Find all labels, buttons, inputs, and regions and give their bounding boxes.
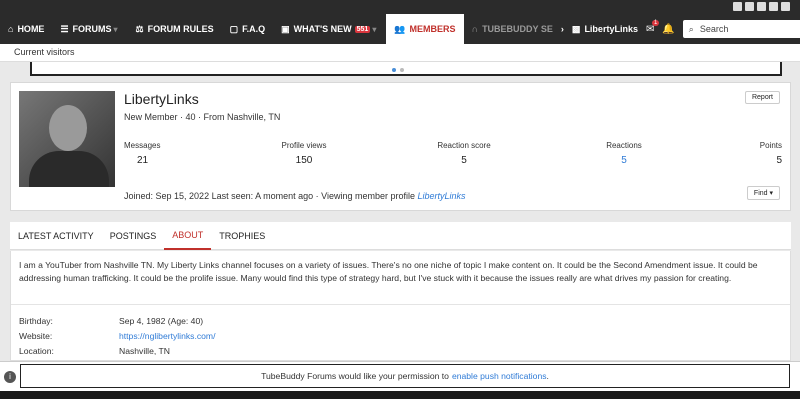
search-icon: ⌕ xyxy=(688,23,694,34)
stat-reaction-score: Reaction score 5 xyxy=(434,141,494,166)
search-input[interactable]: ⌕ Search xyxy=(682,20,800,38)
new-count-badge: 551 xyxy=(354,25,371,33)
push-banner: i TubeBuddy Forums would like your permi… xyxy=(0,361,800,391)
nav-forum-rules[interactable]: ⚖ FORUM RULES xyxy=(128,14,222,44)
nav-members[interactable]: 👥 MEMBERS xyxy=(386,14,464,44)
nav-whats-new[interactable]: ▣ WHAT'S NEW 551 ▾ xyxy=(273,14,386,44)
inbox-icon[interactable]: ✉ 1 xyxy=(646,19,660,35)
push-message: TubeBuddy Forums would like your permiss… xyxy=(20,364,790,388)
nav-home[interactable]: ⌂ HOME xyxy=(0,14,52,44)
nav-tubebuddy[interactable]: ∩ TUBEBUDDY SE xyxy=(464,14,561,44)
avatar: ▩ xyxy=(571,23,581,34)
stat-label: Reactions xyxy=(606,141,642,150)
nav-label: FORUM RULES xyxy=(147,24,214,34)
chevron-down-icon[interactable]: ▾ xyxy=(370,25,378,34)
profile-joined: Joined: Sep 15, 2022 Last seen: A moment… xyxy=(124,191,466,201)
social-icons xyxy=(733,2,790,11)
user-name: LibertyLinks xyxy=(584,24,638,34)
joined-text: Joined: Sep 15, 2022 Last seen: A moment… xyxy=(124,191,416,201)
profile-meta: New Member · 40 · From Nashville, TN xyxy=(124,112,281,122)
carousel-dot[interactable] xyxy=(392,68,396,72)
enable-push-link[interactable]: enable push notifications xyxy=(452,371,547,381)
nav-faq[interactable]: ▢ F.A.Q xyxy=(222,14,274,44)
stat-value: 21 xyxy=(137,155,149,166)
current-visitors-link[interactable]: Current visitors xyxy=(14,47,75,57)
viewing-profile-link[interactable]: LibertyLinks xyxy=(418,191,466,201)
search-placeholder: Search xyxy=(699,24,729,34)
headphones-icon: ∩ xyxy=(471,24,479,34)
subnav: Current visitors xyxy=(0,44,800,62)
inbox-count-badge: 1 xyxy=(652,19,660,26)
members-icon: 👥 xyxy=(394,23,406,34)
nav-forums[interactable]: ☰ FORUMS ▾ xyxy=(52,14,127,44)
rules-icon: ⚖ xyxy=(135,23,144,34)
tab-latest-activity[interactable]: LATEST ACTIVITY xyxy=(10,222,102,250)
twitter-icon[interactable] xyxy=(769,2,778,11)
stat-value: 5 xyxy=(621,155,627,166)
facebook-icon[interactable] xyxy=(733,2,742,11)
profile-username: LibertyLinks xyxy=(124,91,199,107)
avatar-head xyxy=(49,105,87,151)
stat-label: Messages xyxy=(124,141,161,150)
carousel-dot[interactable] xyxy=(400,68,404,72)
user-menu[interactable]: ▩ LibertyLinks xyxy=(572,14,638,44)
avatar[interactable] xyxy=(19,91,115,187)
stat-value: 5 xyxy=(461,155,467,166)
birthday-label: Birthday: xyxy=(19,316,53,326)
stat-messages[interactable]: Messages 21 xyxy=(124,141,160,166)
nav-label: WHAT'S NEW xyxy=(293,24,352,34)
bell-icon[interactable]: 🔔 xyxy=(662,24,674,35)
website-link[interactable]: https://nglibertylinks.com/ xyxy=(119,331,215,341)
scroll-nav-arrow[interactable]: › xyxy=(561,14,564,44)
os-taskbar xyxy=(0,391,800,399)
youtube-icon[interactable] xyxy=(781,2,790,11)
stat-reactions[interactable]: Reactions 5 xyxy=(594,141,654,166)
nav-label: MEMBERS xyxy=(409,24,456,34)
profile-card: LibertyLinks New Member · 40 · From Nash… xyxy=(10,82,791,211)
instagram-icon[interactable] xyxy=(757,2,766,11)
location-value: Nashville, TN xyxy=(119,346,170,356)
chevron-down-icon[interactable]: ▾ xyxy=(112,25,120,34)
location-label: Location: xyxy=(19,346,54,356)
find-dropdown[interactable]: Find ▾ xyxy=(746,186,780,200)
nav-right: › ▩ LibertyLinks ✉ 1 🔔 ⌕ Search xyxy=(561,14,800,44)
nav-label: TUBEBUDDY SE xyxy=(482,24,553,34)
forums-icon: ☰ xyxy=(60,23,69,34)
comment-icon: ▣ xyxy=(281,23,290,34)
stat-points[interactable]: Points 5 xyxy=(752,141,782,166)
social-bar xyxy=(0,0,800,14)
avatar-body xyxy=(29,151,109,187)
about-panel: I am a YouTuber from Nashville TN. My Li… xyxy=(10,251,791,361)
nav-label: FORUMS xyxy=(72,24,112,34)
tab-trophies[interactable]: TROPHIES xyxy=(211,222,273,250)
discord-icon[interactable] xyxy=(745,2,754,11)
tab-about[interactable]: ABOUT xyxy=(164,222,212,250)
main-nav: ⌂ HOME ☰ FORUMS ▾ ⚖ FORUM RULES ▢ F.A.Q ▣ WHAT… xyxy=(0,14,800,44)
stat-label: Reaction score xyxy=(437,141,491,150)
profile-tabs: LATEST ACTIVITY POSTINGS ABOUT TROPHIES xyxy=(10,222,791,250)
stat-label: Points xyxy=(759,141,782,150)
stat-value: 150 xyxy=(295,155,313,166)
push-text: TubeBuddy Forums would like your permiss… xyxy=(261,371,449,381)
tab-postings[interactable]: POSTINGS xyxy=(102,222,165,250)
birthday-value: Sep 4, 1982 (Age: 40) xyxy=(119,316,204,326)
nav-label: F.A.Q xyxy=(242,24,266,34)
stat-value: 5 xyxy=(776,155,782,166)
about-bio: I am a YouTuber from Nashville TN. My Li… xyxy=(11,251,790,305)
stat-label: Profile views xyxy=(281,141,327,150)
profile-stats: Messages 21 Profile views 150 Reaction sco… xyxy=(124,141,782,171)
website-label: Website: xyxy=(19,331,53,341)
info-icon: i xyxy=(4,371,16,383)
nav-label: HOME xyxy=(17,24,45,34)
carousel-dots xyxy=(392,68,404,72)
faq-icon: ▢ xyxy=(229,23,239,34)
carousel xyxy=(30,62,782,76)
push-tail: . xyxy=(546,371,549,381)
report-button[interactable]: Report xyxy=(744,91,780,104)
home-icon: ⌂ xyxy=(8,24,14,34)
stat-profile-views: Profile views 150 xyxy=(274,141,334,166)
